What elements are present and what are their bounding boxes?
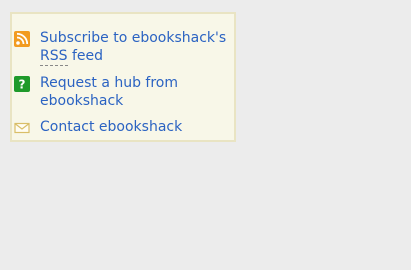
subscribe-rss-label[interactable]: Subscribe to ebookshack's RSS feed [40,29,227,66]
rss-abbr: RSS [40,48,68,66]
subscribe-rss-line1: Subscribe to ebookshack's [40,30,227,46]
help-icon: ? [14,76,30,92]
subscribe-rss-feed: feed [71,48,104,64]
request-hub-link[interactable]: ? Request a hub from ebookshack [0,74,178,110]
request-hub-line1: Request a hub from [40,75,179,91]
request-hub-label[interactable]: Request a hub from ebookshack [40,74,178,110]
svg-text:?: ? [19,78,26,92]
envelope-icon [14,120,30,136]
contact-label[interactable]: Contact ebookshack [40,118,182,136]
contact-link[interactable]: Contact ebookshack [0,118,182,136]
request-hub-line2: ebookshack [40,93,124,109]
rss-icon [14,31,30,47]
subscribe-rss-link[interactable]: Subscribe to ebookshack's RSS feed [0,29,227,66]
